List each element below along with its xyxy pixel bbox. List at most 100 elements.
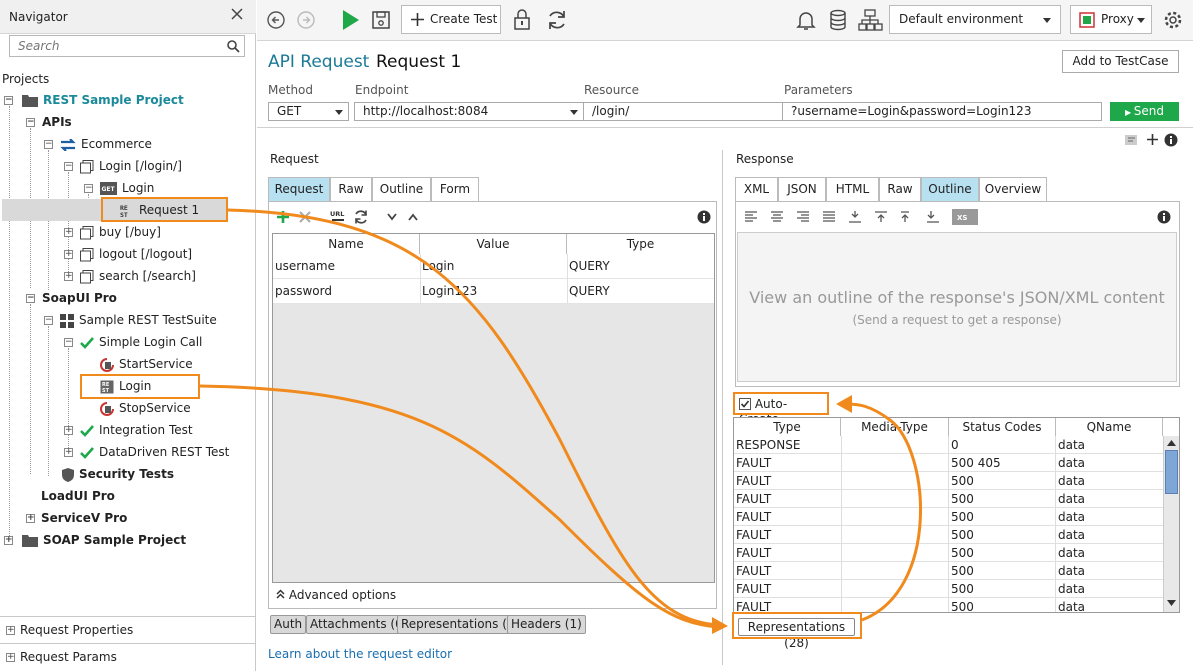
tab-html[interactable]: HTML <box>826 177 879 201</box>
table-row[interactable]: FAULT 500 data <box>734 526 1163 544</box>
expand-icon[interactable]: + <box>26 514 35 523</box>
column-header-type[interactable]: Type <box>567 234 714 254</box>
response-content[interactable] <box>737 232 1177 382</box>
align-right-icon[interactable] <box>797 211 809 223</box>
search-box[interactable] <box>9 35 245 57</box>
xs-schema-icon[interactable]: XS <box>952 209 978 225</box>
create-test-button[interactable]: Create Test <box>401 5 501 34</box>
add-icon[interactable] <box>276 210 290 224</box>
align-justify-icon[interactable] <box>823 211 835 223</box>
tree-item-soap-sample-project[interactable]: + SOAP Sample Project <box>4 529 254 551</box>
forward-icon[interactable] <box>293 7 319 33</box>
expand-icon[interactable]: + <box>64 448 73 457</box>
remove-icon[interactable] <box>298 210 312 224</box>
request-properties-panel[interactable]: + Request Properties <box>0 617 256 644</box>
expand-icon[interactable]: + <box>64 272 73 281</box>
refresh-icon[interactable] <box>544 7 570 33</box>
align-center-icon[interactable] <box>771 211 783 223</box>
info-icon[interactable] <box>1157 210 1171 224</box>
network-icon[interactable] <box>857 7 883 33</box>
send-button[interactable]: ▶ Send <box>1110 102 1179 121</box>
method-select[interactable]: GET <box>268 102 349 121</box>
expand-icon[interactable] <box>875 211 887 223</box>
table-row[interactable]: FAULT 500 data <box>734 544 1163 562</box>
expand-icon[interactable]: + <box>64 250 73 259</box>
table-row[interactable]: FAULT 500 data <box>734 508 1163 526</box>
move-down-icon[interactable] <box>927 211 939 223</box>
parameters-field[interactable]: ?username=Login&password=Login123 <box>782 102 1102 121</box>
column-header-status-codes[interactable]: Status Codes <box>949 418 1056 436</box>
scroll-up-icon[interactable] <box>1167 440 1176 446</box>
table-row[interactable]: FAULT 500 data <box>734 580 1163 598</box>
tab-auth[interactable]: Auth <box>270 615 307 634</box>
environment-select[interactable]: Default environment <box>889 5 1061 34</box>
expand-icon[interactable]: + <box>6 653 15 662</box>
column-header-media-type[interactable]: Media-Type <box>841 418 949 436</box>
tree-item-stopservice[interactable]: StopService <box>100 397 191 419</box>
tab-raw-response[interactable]: Raw <box>879 177 921 201</box>
collapse-icon[interactable]: − <box>44 140 53 149</box>
tab-overview[interactable]: Overview <box>979 177 1047 201</box>
collapse-icon[interactable]: − <box>64 338 73 347</box>
tab-json[interactable]: JSON <box>778 177 826 201</box>
expand-icon[interactable]: + <box>4 536 13 545</box>
collapse-icon[interactable]: − <box>26 294 35 303</box>
column-header-value[interactable]: Value <box>420 234 567 254</box>
run-icon[interactable] <box>337 7 363 33</box>
collapse-icon[interactable]: − <box>44 316 53 325</box>
table-row[interactable]: FAULT 500 data <box>734 490 1163 508</box>
column-header-name[interactable]: Name <box>273 234 420 254</box>
tab-raw[interactable]: Raw <box>330 177 372 201</box>
table-row[interactable]: FAULT 500 data <box>734 472 1163 490</box>
move-down-icon[interactable] <box>387 213 397 221</box>
tab-outline-response[interactable]: Outline <box>921 177 979 201</box>
collapse-icon[interactable]: − <box>4 96 13 105</box>
tag-icon[interactable] <box>1124 134 1138 146</box>
sync-icon[interactable] <box>353 209 369 225</box>
expand-icon[interactable]: + <box>64 228 73 237</box>
scroll-thumb[interactable] <box>1165 450 1178 494</box>
close-icon[interactable] <box>229 6 245 22</box>
tree-item-startservice[interactable]: StartService <box>100 353 193 375</box>
plus-icon[interactable] <box>1146 133 1159 146</box>
database-icon[interactable] <box>825 7 851 33</box>
url-encode-icon[interactable]: URL <box>330 209 346 224</box>
add-to-testcase-button[interactable]: Add to TestCase <box>1062 50 1179 73</box>
info-icon[interactable] <box>697 210 711 224</box>
tab-xml[interactable]: XML <box>735 177 778 201</box>
bell-icon[interactable] <box>793 7 819 33</box>
column-header-type[interactable]: Type <box>734 418 841 436</box>
learn-link[interactable]: Learn about the request editor <box>268 647 452 661</box>
tab-headers[interactable]: Headers (1) <box>507 615 586 634</box>
move-up-icon[interactable] <box>901 211 913 223</box>
request-params-panel[interactable]: + Request Params <box>0 644 256 671</box>
splitter[interactable] <box>722 150 723 665</box>
expand-icon[interactable]: + <box>64 426 73 435</box>
endpoint-field[interactable]: http://localhost:8084 <box>354 102 584 121</box>
save-icon[interactable] <box>368 7 394 33</box>
proxy-button[interactable]: Proxy <box>1070 5 1152 34</box>
table-row[interactable]: username Login QUERY <box>273 254 714 279</box>
scroll-down-icon[interactable] <box>1167 600 1176 606</box>
tree-item-security-tests[interactable]: Security Tests <box>62 463 174 485</box>
table-row[interactable]: FAULT 500 data <box>734 562 1163 580</box>
info-icon[interactable] <box>1164 133 1178 147</box>
tree-item-loadui-pro[interactable]: LoadUI Pro <box>41 485 115 507</box>
tab-representations[interactable]: Representations (1) <box>397 615 524 634</box>
tree-item-rest-sample-project[interactable]: − REST Sample Project <box>4 89 254 111</box>
column-header-qname[interactable]: QName <box>1056 418 1163 436</box>
align-left-icon[interactable] <box>745 211 757 223</box>
scrollbar[interactable] <box>1163 436 1179 612</box>
collapse-icon[interactable]: − <box>84 184 93 193</box>
tab-form[interactable]: Form <box>431 177 479 201</box>
collapse-icon[interactable]: − <box>64 162 73 171</box>
table-row[interactable]: FAULT 500 data <box>734 598 1163 612</box>
move-up-icon[interactable] <box>408 213 418 221</box>
resource-field[interactable]: /login/ <box>583 102 783 121</box>
tab-request[interactable]: Request <box>268 177 330 201</box>
tab-attachments[interactable]: Attachments (0) <box>306 615 412 634</box>
collapse-icon[interactable] <box>849 211 861 223</box>
gear-icon[interactable] <box>1160 7 1186 33</box>
advanced-options-toggle[interactable]: Advanced options <box>272 585 572 605</box>
lock-icon[interactable] <box>509 7 535 33</box>
